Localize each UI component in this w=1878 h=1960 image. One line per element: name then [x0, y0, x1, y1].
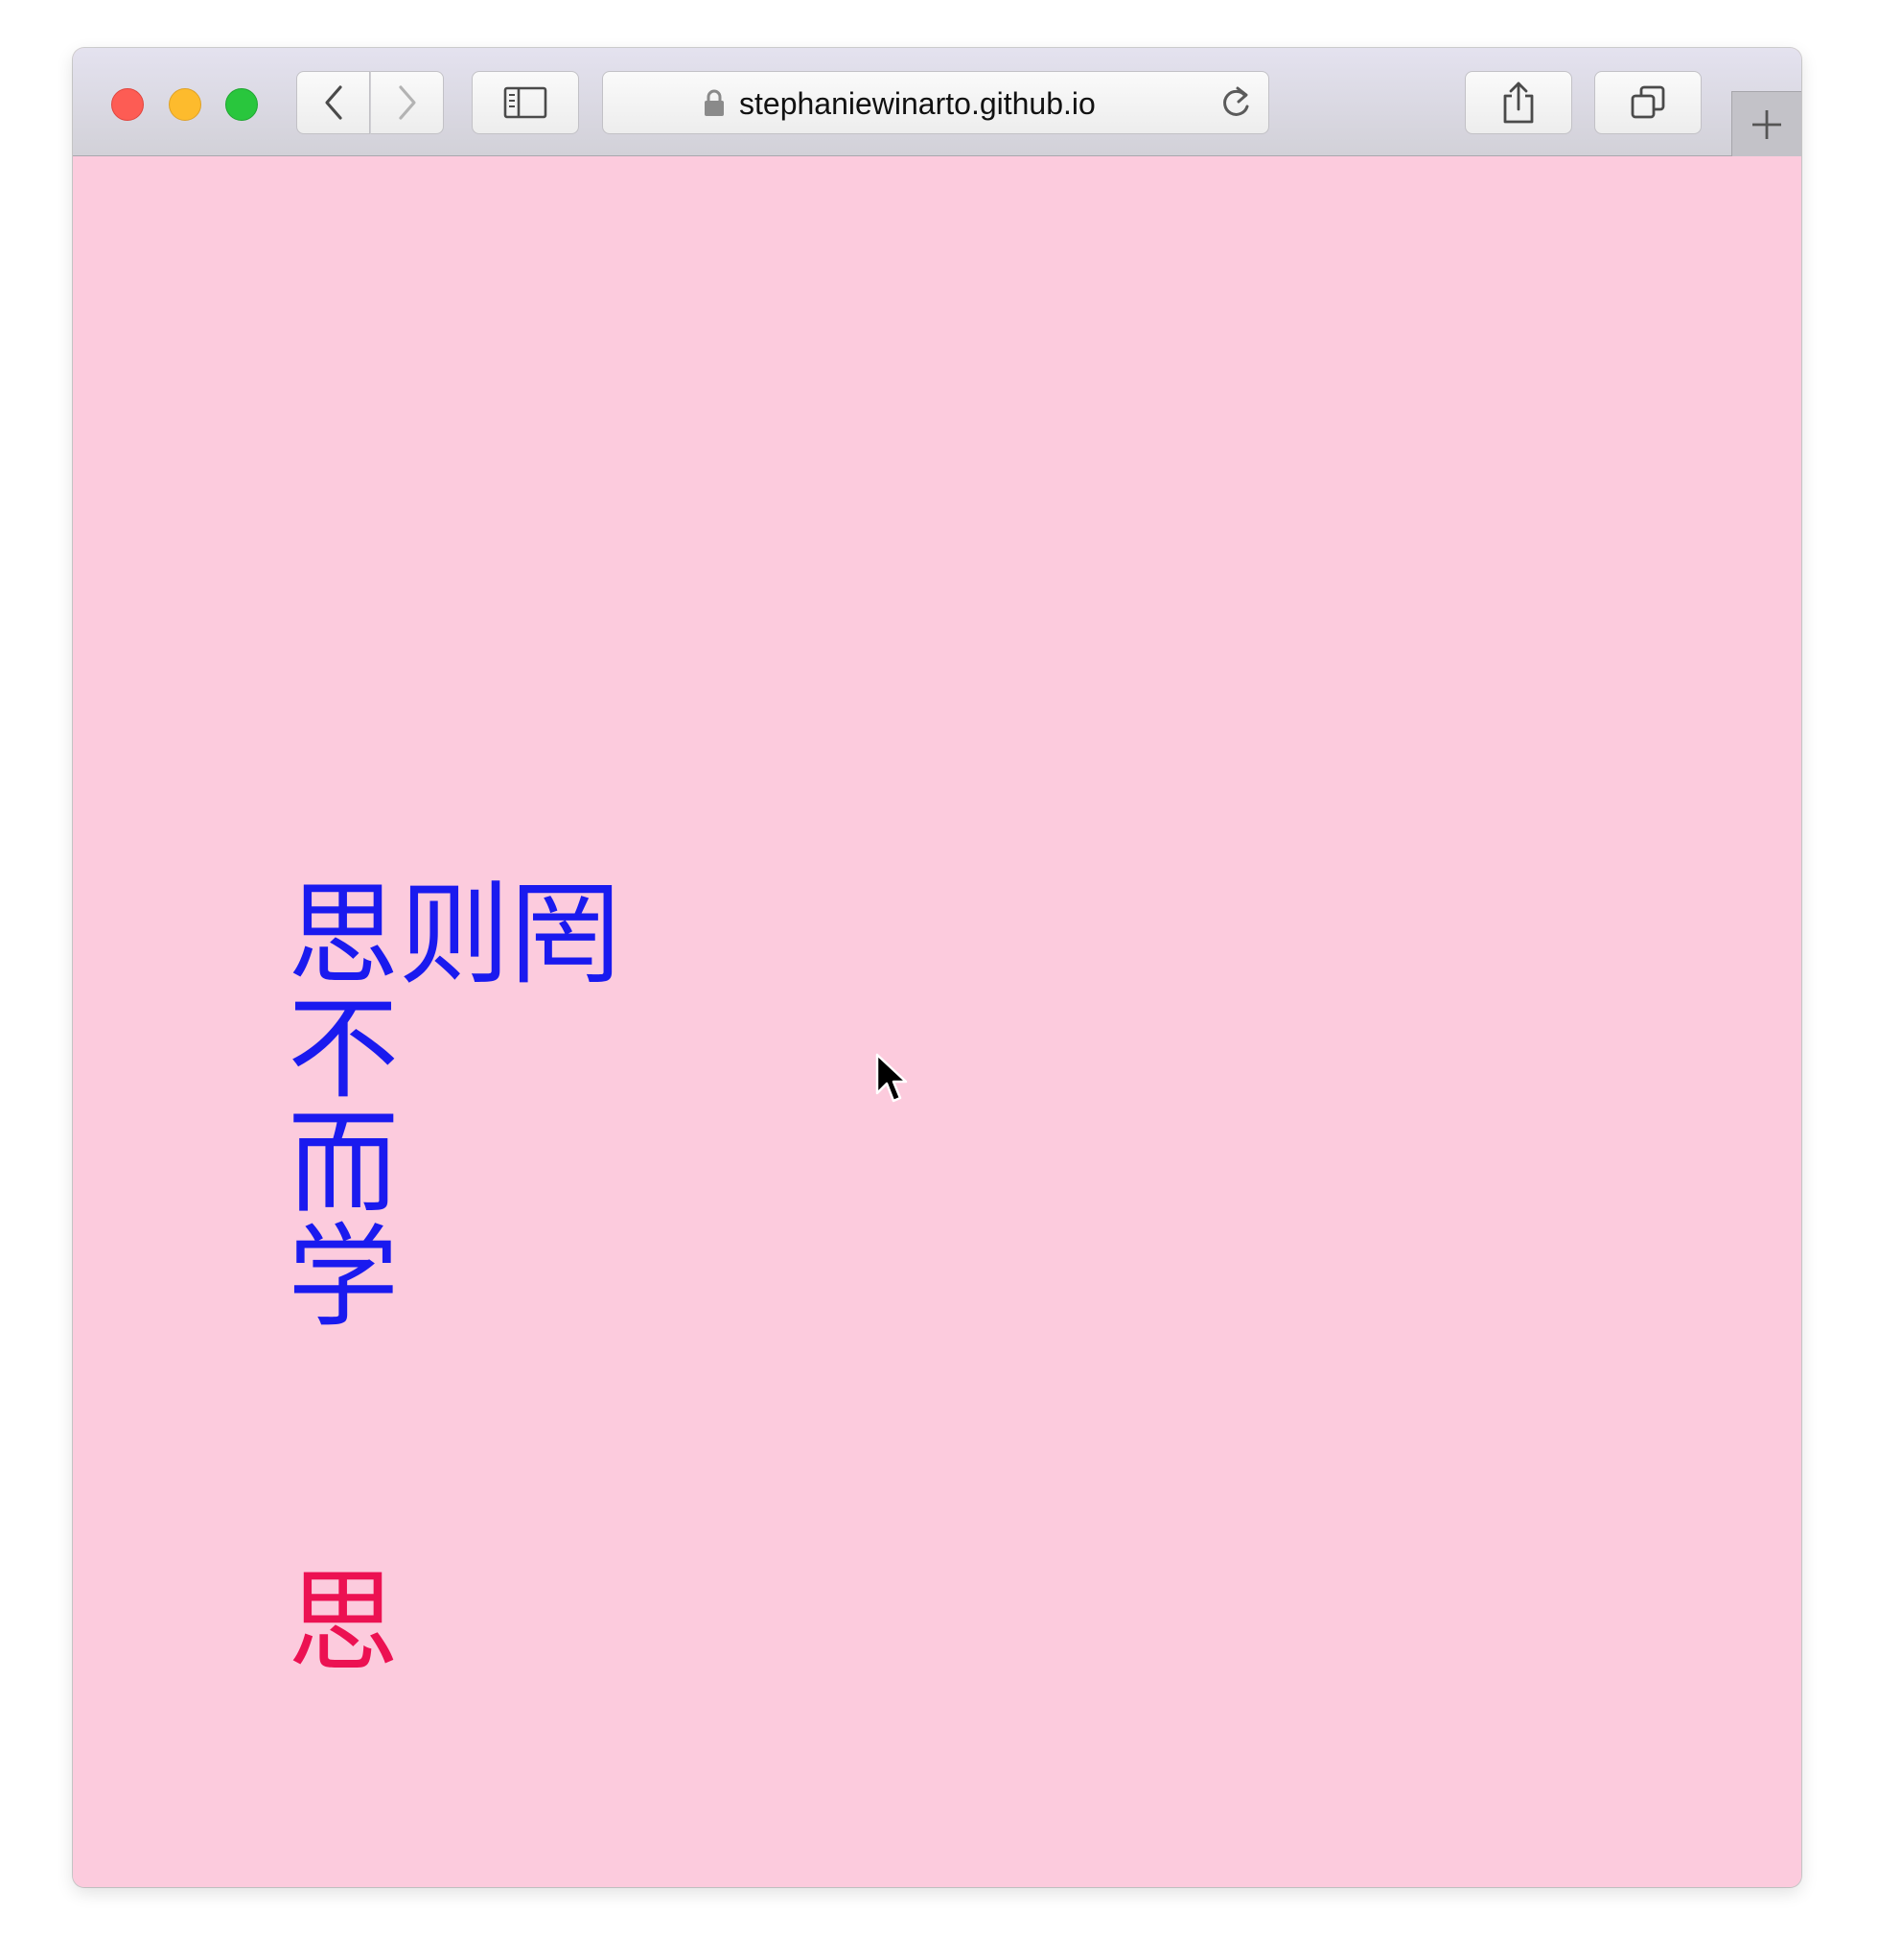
reload-icon[interactable]: [1217, 83, 1255, 122]
highlight-char[interactable]: 思: [288, 1568, 399, 1679]
phrase-char-xue: 学: [288, 1213, 399, 1342]
phrase-char-ze: 则: [399, 871, 510, 1000]
tab-overview-button[interactable]: [1594, 71, 1702, 134]
address-bar[interactable]: stephaniewinarto.github.io: [602, 71, 1269, 134]
page-content: 思 则 罔 不 而 学 思: [73, 156, 1801, 1887]
lock-icon: [705, 89, 724, 116]
chevron-right-icon: [398, 85, 416, 120]
phrase-char-er: 而: [288, 1099, 399, 1228]
forward-button[interactable]: [370, 71, 444, 134]
url-text: stephaniewinarto.github.io: [739, 86, 1096, 121]
browser-window: stephaniewinarto.github.io 思 则 罔 不 而 学 思: [73, 48, 1801, 1887]
close-window-button[interactable]: [111, 88, 144, 121]
phrase-char-si: 思: [288, 871, 399, 1000]
plus-icon: [1752, 109, 1781, 139]
chevron-left-icon: [324, 85, 342, 120]
phrase-char-wang: 罔: [510, 871, 621, 1000]
share-icon: [1503, 82, 1534, 124]
sidebar-icon: [503, 86, 547, 119]
zoom-window-button[interactable]: [225, 88, 258, 121]
browser-toolbar: stephaniewinarto.github.io: [73, 48, 1801, 156]
phrase-char-bu: 不: [288, 985, 399, 1114]
mouse-cursor-icon: [875, 1053, 908, 1103]
share-button[interactable]: [1465, 71, 1572, 134]
sidebar-toggle-button[interactable]: [472, 71, 579, 134]
tabs-overview-icon: [1631, 85, 1665, 119]
back-button[interactable]: [296, 71, 370, 134]
new-tab-button[interactable]: [1731, 91, 1801, 156]
minimize-window-button[interactable]: [169, 88, 201, 121]
